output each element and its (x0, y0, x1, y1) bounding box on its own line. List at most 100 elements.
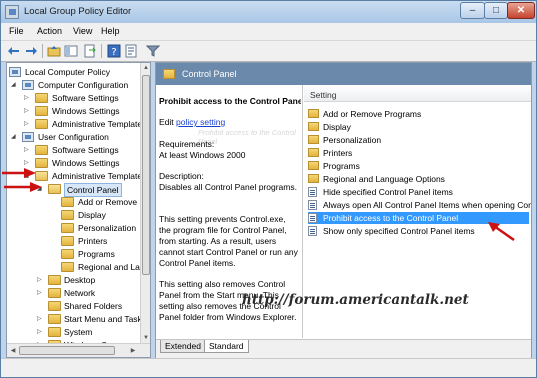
view-tabs: Extended Standard (156, 339, 531, 358)
list-item-label: Prohibit access to the Control Panel (323, 213, 459, 223)
list-item[interactable]: Programs (308, 160, 529, 172)
export-list-icon[interactable] (83, 44, 97, 58)
expand-arrow-icon[interactable]: ▷ (37, 328, 45, 336)
menu-file[interactable]: File (9, 26, 24, 36)
expand-arrow-icon[interactable]: ▷ (37, 315, 45, 323)
tab-standard[interactable]: Standard (204, 340, 249, 353)
list-item[interactable]: Regional and Language Options (308, 173, 529, 185)
show-hide-tree-icon[interactable] (64, 44, 78, 58)
policy-title: Prohibit access to the Control Panel (159, 96, 301, 106)
list-item[interactable]: Always open All Control Panel Items when… (308, 199, 531, 211)
expand-arrow-icon[interactable]: ▷ (24, 94, 32, 102)
tree-item-label: Display (78, 210, 106, 220)
scroll-thumb[interactable] (142, 75, 150, 275)
description-paragraph: This setting prevents Control.exe, the p… (159, 214, 298, 268)
toolbar: ? (1, 41, 536, 62)
policy-setting-icon (308, 200, 317, 210)
console-tree: Local Computer Policy ◢ Computer Configu… (6, 62, 151, 358)
collapse-arrow-icon[interactable]: ◢ (11, 133, 19, 141)
tree-item-label: Local Computer Policy (25, 67, 111, 77)
menu-action[interactable]: Action (37, 26, 62, 36)
policy-setting-icon (308, 226, 317, 236)
tree-item-label: Start Menu and Taskb (64, 314, 147, 324)
tree-item-label: Administrative Template (52, 119, 143, 129)
folder-icon (163, 69, 175, 79)
tree-item-label: Add or Remove P (78, 197, 146, 207)
tree-item-label: Printers (78, 236, 108, 246)
folder-icon (48, 301, 61, 311)
scroll-thumb[interactable] (19, 346, 115, 355)
menu-help[interactable]: Help (101, 26, 120, 36)
tree-item-label: System (64, 327, 93, 337)
folder-icon (308, 148, 319, 157)
folder-icon (61, 210, 74, 220)
tree-item-label: Control Panel (64, 183, 122, 197)
computer-icon (22, 80, 34, 90)
folder-icon (308, 122, 319, 131)
close-button[interactable]: ✕ (507, 2, 535, 19)
expand-arrow-icon[interactable]: ▷ (37, 276, 45, 284)
expand-arrow-icon[interactable]: ▷ (24, 146, 32, 154)
edit-prefix: Edit (159, 117, 174, 127)
column-header-setting[interactable]: Setting (304, 85, 531, 102)
tree-item-label: Programs (78, 249, 115, 259)
scroll-up-icon[interactable]: ▲ (141, 63, 150, 73)
expand-arrow-icon[interactable]: ▷ (24, 107, 32, 115)
tree-item-label: Administrative Template (52, 171, 143, 181)
tab-extended[interactable]: Extended (160, 340, 206, 353)
list-item[interactable]: Personalization (308, 134, 529, 146)
forward-icon[interactable] (24, 44, 38, 58)
tree-item-label: Network (64, 288, 96, 298)
maximize-button[interactable]: □ (484, 2, 508, 19)
list-item-label: Programs (323, 161, 360, 171)
expand-arrow-icon[interactable]: ▷ (24, 120, 32, 128)
tree-item-label: Shared Folders (64, 301, 123, 311)
list-item[interactable]: Add or Remove Programs (308, 108, 529, 120)
up-folder-icon[interactable] (47, 44, 61, 58)
tree-item-label: Regional and Lan (78, 262, 145, 272)
folder-icon (35, 145, 48, 155)
folder-icon (61, 262, 74, 272)
list-item-label: Regional and Language Options (323, 174, 445, 184)
minimize-button[interactable]: – (460, 2, 485, 19)
tree-item-label: Software Settings (52, 93, 119, 103)
tree-item-label: Desktop (64, 275, 96, 285)
help-icon[interactable]: ? (107, 44, 121, 58)
content-area: Local Computer Policy ◢ Computer Configu… (1, 62, 536, 358)
list-item[interactable]: Printers (308, 147, 529, 159)
node-header: Control Panel (156, 63, 531, 85)
app-window: Local Group Policy Editor – □ ✕ File Act… (0, 0, 537, 378)
tree-horizontal-scrollbar[interactable]: ◀ ▶ (7, 343, 150, 357)
annotation-arrow-icon (488, 222, 515, 242)
scroll-down-icon[interactable]: ▼ (141, 333, 150, 343)
details-pane: Control Panel Prohibit access to the Con… (155, 62, 532, 358)
list-item[interactable]: Hide specified Control Panel items (308, 186, 529, 198)
list-item-label: Display (323, 122, 351, 132)
folder-icon (48, 327, 61, 337)
node-header-title: Control Panel (182, 69, 237, 79)
folder-icon (61, 197, 74, 207)
edit-policy-setting-link[interactable]: policy setting (176, 117, 225, 127)
expand-arrow-icon[interactable]: ▷ (37, 289, 45, 297)
title-bar: Local Group Policy Editor – □ ✕ (1, 1, 536, 23)
menu-view[interactable]: View (73, 26, 92, 36)
annotation-arrow-icon (2, 168, 36, 178)
properties-icon[interactable] (124, 44, 138, 58)
back-icon[interactable] (7, 44, 21, 58)
scroll-left-icon[interactable]: ◀ (8, 346, 18, 356)
folder-icon (61, 249, 74, 259)
list-item-label: Printers (323, 148, 353, 158)
folder-icon (35, 106, 48, 116)
list-item-label: Hide specified Control Panel items (323, 187, 453, 197)
folder-icon (308, 109, 319, 118)
filter-icon[interactable] (146, 44, 160, 58)
collapse-arrow-icon[interactable]: ◢ (11, 81, 19, 89)
list-item[interactable]: Display (308, 121, 529, 133)
policy-setting-icon (308, 213, 317, 223)
column-header-label: Setting (310, 90, 337, 100)
tree-item-label: Windows Settings (52, 106, 120, 116)
tree-vertical-scrollbar[interactable]: ▲ ▼ (140, 63, 150, 343)
scroll-right-icon[interactable]: ▶ (128, 346, 138, 356)
tree-item-label: User Configuration (38, 132, 109, 142)
user-icon (22, 132, 34, 142)
